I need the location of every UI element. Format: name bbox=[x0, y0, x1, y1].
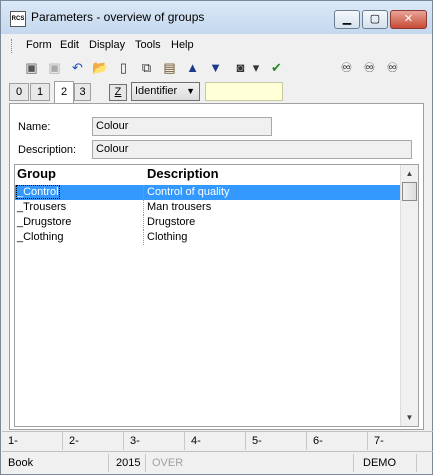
cell-group: _Control bbox=[16, 185, 60, 199]
tab-0[interactable]: 0 bbox=[9, 83, 29, 101]
table-row[interactable]: _Trousers Man trousers bbox=[15, 200, 402, 215]
function-key-7[interactable]: 7- bbox=[368, 432, 432, 450]
camera-icon[interactable]: ◙ bbox=[232, 59, 249, 76]
menu-edit[interactable]: Edit bbox=[60, 39, 79, 51]
vertical-scrollbar[interactable]: ▲ ▼ bbox=[400, 165, 418, 426]
function-key-2[interactable]: 2- bbox=[63, 432, 124, 450]
menu-display[interactable]: Display bbox=[89, 39, 125, 51]
title-bar[interactable]: RCS Parameters - overview of groups ▁ ▢ … bbox=[1, 1, 432, 34]
status-mode: DEMO bbox=[357, 454, 417, 472]
search-input[interactable] bbox=[205, 82, 283, 101]
scroll-up-icon[interactable]: ▲ bbox=[401, 165, 418, 182]
app-icon: RCS bbox=[10, 11, 26, 27]
column-header-description[interactable]: Description bbox=[147, 166, 219, 181]
menu-help[interactable]: Help bbox=[171, 39, 194, 51]
menu-form[interactable]: Form bbox=[26, 39, 52, 51]
scroll-thumb[interactable] bbox=[402, 182, 417, 201]
function-key-bar: 1- 2- 3- 4- 5- 6- 7- bbox=[2, 431, 433, 450]
binoculars-prev-icon[interactable]: ♾ bbox=[361, 59, 378, 76]
status-year: 2015 bbox=[110, 454, 146, 472]
close-button[interactable]: ✕ bbox=[390, 10, 427, 29]
new-document-icon[interactable]: ▯ bbox=[115, 59, 132, 76]
status-bar: Book 2015 OVER DEMO bbox=[2, 451, 433, 474]
function-key-6[interactable]: 6- bbox=[307, 432, 368, 450]
column-divider bbox=[143, 230, 144, 245]
cell-group: _Clothing bbox=[17, 231, 64, 243]
function-key-3[interactable]: 3- bbox=[124, 432, 185, 450]
description-field[interactable]: Colour bbox=[92, 140, 412, 159]
open-folder-icon[interactable]: 📂 bbox=[92, 59, 109, 76]
sort-combo-value: Identifier bbox=[135, 85, 178, 97]
z-button[interactable]: Z bbox=[109, 84, 127, 101]
cell-group: _Drugstore bbox=[17, 216, 72, 228]
arrow-up-icon[interactable]: ▲ bbox=[184, 59, 201, 76]
binoculars-icon[interactable]: ♾ bbox=[338, 59, 355, 76]
cell-description: Clothing bbox=[147, 231, 188, 243]
scroll-down-icon[interactable]: ▼ bbox=[401, 409, 418, 426]
cell-description: Man trousers bbox=[147, 201, 212, 213]
menu-tools[interactable]: Tools bbox=[135, 39, 161, 51]
sort-combo[interactable]: Identifier ▼ bbox=[131, 82, 200, 101]
window-title: Parameters - overview of groups bbox=[31, 10, 205, 24]
parameters-window: RCS Parameters - overview of groups ▁ ▢ … bbox=[0, 0, 433, 475]
name-field[interactable]: Colour bbox=[92, 117, 272, 136]
menu-grip bbox=[11, 39, 15, 53]
function-key-5[interactable]: 5- bbox=[246, 432, 307, 450]
cell-description: Drugstore bbox=[147, 216, 196, 228]
menu-bar: Form Edit Display Tools Help bbox=[9, 37, 424, 55]
table-row[interactable]: _Clothing Clothing bbox=[15, 230, 402, 245]
status-over: OVER bbox=[146, 454, 354, 472]
minimize-button[interactable]: ▁ bbox=[334, 10, 360, 29]
tab-1[interactable]: 1 bbox=[30, 83, 50, 101]
tab-strip: 0 1 2 3 Z Identifier ▼ bbox=[9, 81, 424, 103]
tab-2[interactable]: 2 bbox=[54, 81, 74, 103]
name-label: Name: bbox=[18, 121, 51, 133]
status-book: Book bbox=[2, 454, 109, 472]
binoculars-next-icon[interactable]: ♾ bbox=[384, 59, 401, 76]
dropdown-arrow-icon[interactable]: ▾ bbox=[251, 59, 261, 76]
arrow-down-icon[interactable]: ▼ bbox=[207, 59, 224, 76]
minimize-icon: ▁ bbox=[342, 13, 352, 25]
column-divider bbox=[143, 200, 144, 215]
toolbar: ▣ ▣ ↶ 📂 ▯ ⧉ ▤ ▲ ▼ ◙ ▾ ✔ ♾ ♾ ♾ bbox=[9, 56, 424, 80]
undo-icon[interactable]: ↶ bbox=[69, 59, 86, 76]
copy-icon[interactable]: ⧉ bbox=[138, 59, 155, 76]
chevron-down-icon: ▼ bbox=[186, 86, 195, 96]
table-header: Group Description bbox=[15, 165, 402, 183]
function-key-4[interactable]: 4- bbox=[185, 432, 246, 450]
table-row[interactable]: _Drugstore Drugstore bbox=[15, 215, 402, 230]
save-disabled-icon: ▣ bbox=[48, 60, 61, 75]
column-header-group[interactable]: Group bbox=[17, 166, 56, 181]
close-icon: ✕ bbox=[403, 13, 414, 25]
maximize-icon: ▢ bbox=[369, 13, 381, 25]
column-divider bbox=[143, 215, 144, 230]
cell-description: Control of quality bbox=[147, 186, 230, 198]
tab-3[interactable]: 3 bbox=[74, 83, 91, 101]
description-label: Description: bbox=[18, 144, 77, 156]
table-row[interactable]: _Control Control of quality bbox=[15, 185, 402, 200]
function-key-1[interactable]: 1- bbox=[2, 432, 63, 450]
save-icon[interactable]: ▣ bbox=[23, 59, 40, 76]
cell-group: _Trousers bbox=[17, 201, 67, 213]
check-cross-icon[interactable]: ✔ bbox=[268, 59, 285, 76]
form-panel: Name: Colour Description: Colour Group D… bbox=[9, 103, 424, 430]
groups-table: Group Description _Control Control of qu… bbox=[14, 164, 419, 427]
column-divider bbox=[143, 185, 144, 200]
book-icon[interactable]: ▤ bbox=[161, 59, 178, 76]
maximize-button[interactable]: ▢ bbox=[362, 10, 388, 29]
